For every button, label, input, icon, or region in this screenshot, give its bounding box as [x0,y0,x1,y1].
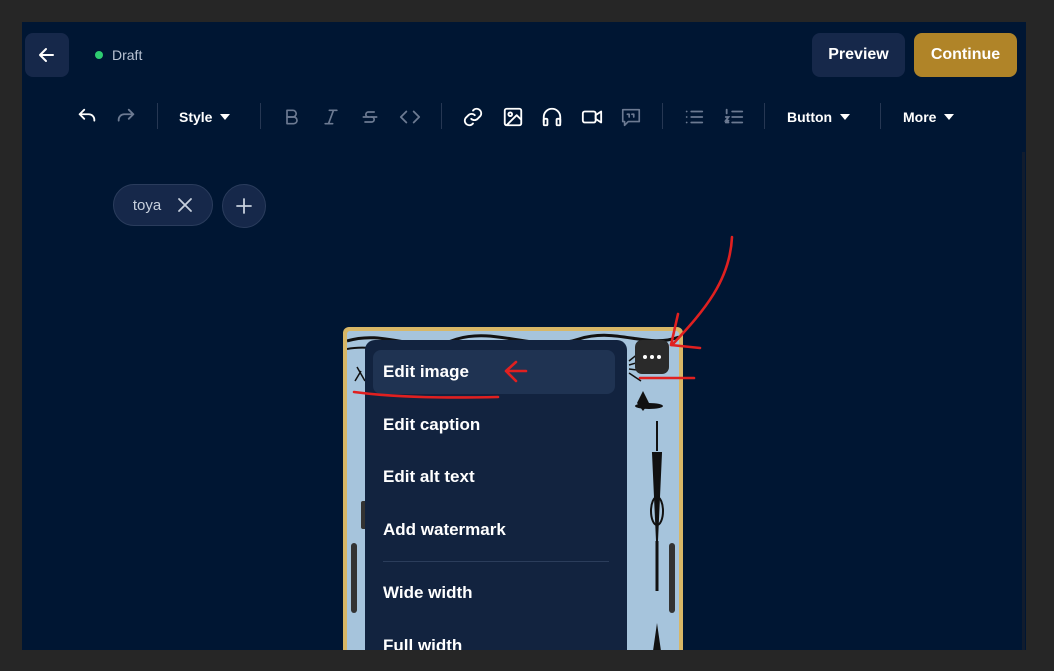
back-button[interactable] [25,33,69,77]
status-dot [95,51,103,59]
toolbar-divider [764,103,765,129]
audio-icon [542,107,562,127]
remove-tag-button[interactable] [177,197,193,213]
dot [650,355,654,359]
editor-window: Draft Preview Continue Style Button More… [22,22,1026,650]
toolbar-divider [260,103,261,129]
bold-button[interactable] [277,98,307,136]
menu-item-edit-image[interactable]: Edit image [373,350,615,394]
menu-divider [383,561,609,562]
redo-button[interactable] [111,98,141,136]
image-button[interactable] [498,98,528,136]
tag-chip: toya [113,184,213,226]
link-button[interactable] [458,98,488,136]
bullet-list-icon [685,110,704,124]
menu-item-wide-width[interactable]: Wide width [373,571,615,615]
quote-button[interactable] [616,98,646,136]
italic-icon [324,109,338,125]
scrollbar[interactable] [1022,152,1025,650]
menu-item-add-watermark[interactable]: Add watermark [373,508,615,552]
status-text: Draft [112,47,143,63]
plus-icon [236,198,252,214]
preview-button[interactable]: Preview [812,33,905,77]
strikethrough-icon [362,111,378,123]
formatting-toolbar: Style Button More [22,98,1026,136]
code-icon [399,110,421,124]
button-dropdown[interactable]: Button [787,98,851,136]
numbered-list-button[interactable] [719,98,749,136]
toolbar-divider [441,103,442,129]
link-icon [463,107,483,127]
top-bar: Draft Preview Continue [22,22,1026,88]
dot [657,355,661,359]
code-button[interactable] [395,98,425,136]
undo-button[interactable] [72,98,102,136]
menu-item-edit-caption[interactable]: Edit caption [373,403,615,447]
numbered-list-icon [723,108,744,124]
bold-icon [286,109,298,125]
menu-item-edit-alt-text[interactable]: Edit alt text [373,455,615,499]
undo-icon [78,108,96,122]
style-dropdown[interactable]: Style [179,98,231,136]
more-label: More [903,109,937,125]
strikethrough-button[interactable] [355,98,385,136]
arrow-left-icon [39,48,54,62]
more-dropdown[interactable]: More [903,98,955,136]
image-icon [503,107,523,127]
quote-icon [621,108,641,127]
continue-button[interactable]: Continue [914,33,1017,77]
menu-item-full-width[interactable]: Full width [373,624,615,650]
add-tag-button[interactable] [222,184,266,228]
caret-down-icon [220,114,231,120]
button-label: Button [787,109,833,125]
video-icon [581,110,603,124]
redo-icon [117,108,135,122]
tag-list: toya [113,184,266,228]
italic-button[interactable] [316,98,346,136]
dot [643,355,647,359]
close-icon [178,198,193,212]
tag-label: toya [132,196,162,214]
toolbar-divider [880,103,881,129]
caret-down-icon [840,114,851,120]
video-button[interactable] [577,98,607,136]
audio-button[interactable] [537,98,567,136]
toolbar-divider [662,103,663,129]
toolbar-divider [157,103,158,129]
image-options-menu: Edit image Edit caption Edit alt text Ad… [365,340,627,650]
bullet-list-button[interactable] [679,98,709,136]
style-label: Style [179,109,213,125]
draft-status: Draft [95,47,142,63]
image-more-options-button[interactable] [635,340,669,374]
caret-down-icon [944,114,955,120]
